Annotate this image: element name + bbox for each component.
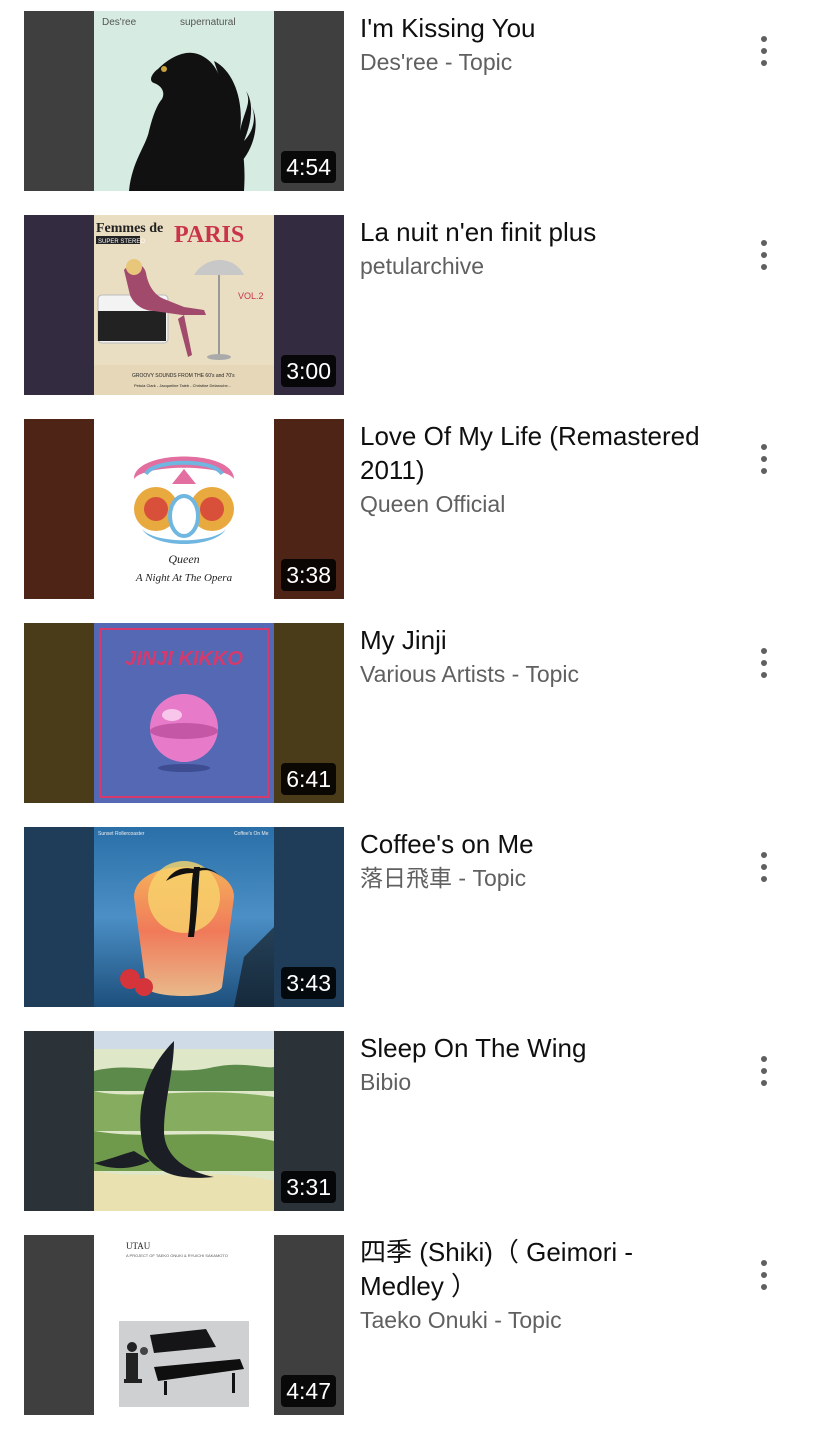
video-title[interactable]: Coffee's on Me (360, 827, 720, 861)
channel-name[interactable]: petularchive (360, 249, 720, 283)
video-thumbnail[interactable]: Sunset Rollercoaster Coffee's On Me 3:43 (24, 827, 344, 1007)
album-cover-jinji-kikko: JINJI KIKKO (94, 623, 274, 803)
video-meta[interactable]: I'm Kissing You Des'ree - Topic (360, 11, 720, 79)
duration-badge: 3:38 (281, 559, 336, 591)
album-text-title: Coffee's On Me (234, 831, 269, 837)
more-options-button[interactable] (740, 231, 788, 279)
more-options-button[interactable] (740, 435, 788, 483)
video-thumbnail[interactable]: 3:31 (24, 1031, 344, 1211)
album-text-names: Petula Clark - Jacqueline Taieb - Christ… (134, 383, 231, 388)
more-vertical-icon (761, 1260, 767, 1290)
more-vertical-icon (761, 1056, 767, 1086)
album-cover-coffees-on-me: Sunset Rollercoaster Coffee's On Me (94, 827, 274, 1007)
more-vertical-icon (761, 36, 767, 66)
video-item[interactable]: Queen A Night At The Opera 3:38 Love Of … (0, 419, 828, 623)
video-item[interactable]: Des'ree supernatural 4:54 I'm Kissing Yo… (0, 11, 828, 215)
channel-name[interactable]: Queen Official (360, 487, 720, 521)
video-meta[interactable]: Coffee's on Me 落日飛車 - Topic (360, 827, 720, 895)
video-list: Des'ree supernatural 4:54 I'm Kissing Yo… (0, 11, 828, 1439)
album-text-queen: Queen (168, 552, 199, 566)
album-text-title: supernatural (180, 17, 236, 28)
video-item[interactable]: JINJI KIKKO 6:41 My Jinji Various Artist… (0, 623, 828, 827)
channel-name[interactable]: Bibio (360, 1065, 720, 1099)
video-thumbnail[interactable]: Femmes de PARIS SUPER STEREO VOL.2 GROOV… (24, 215, 344, 395)
channel-name[interactable]: Des'ree - Topic (360, 45, 720, 79)
video-item[interactable]: Femmes de PARIS SUPER STEREO VOL.2 GROOV… (0, 215, 828, 419)
video-thumbnail[interactable]: JINJI KIKKO 6:41 (24, 623, 344, 803)
duration-badge: 4:54 (281, 151, 336, 183)
album-text-femmes: Femmes de (96, 221, 163, 236)
duration-badge: 6:41 (281, 763, 336, 795)
video-title[interactable]: La nuit n'en finit plus (360, 215, 720, 249)
video-title[interactable]: I'm Kissing You (360, 11, 720, 45)
channel-name[interactable]: Various Artists - Topic (360, 657, 720, 691)
video-item[interactable]: 3:31 Sleep On The Wing Bibio (0, 1031, 828, 1235)
video-title[interactable]: Love Of My Life (Remastered 2011) (360, 419, 720, 487)
duration-badge: 3:00 (281, 355, 336, 387)
album-cover-desree-supernatural: Des'ree supernatural (94, 11, 274, 191)
video-title[interactable]: My Jinji (360, 623, 720, 657)
album-cover-queen-night-at-the-opera: Queen A Night At The Opera (94, 419, 274, 599)
more-options-button[interactable] (740, 1047, 788, 1095)
album-text-title: A Night At The Opera (135, 572, 233, 584)
more-vertical-icon (761, 852, 767, 882)
video-thumbnail[interactable]: Des'ree supernatural 4:54 (24, 11, 344, 191)
album-cover-utau: UTAU A PROJECT OF TAEKO ONUKI & RYUICHI … (94, 1235, 274, 1415)
more-options-button[interactable] (740, 27, 788, 75)
album-text-caption: GROOVY SOUNDS FROM THE 60's and 70's (132, 373, 235, 379)
channel-name[interactable]: 落日飛車 - Topic (360, 861, 720, 895)
album-text-jinji: JINJI KIKKO (125, 648, 243, 670)
channel-name[interactable]: Taeko Onuki - Topic (360, 1303, 720, 1337)
video-title[interactable]: Sleep On The Wing (360, 1031, 720, 1065)
album-text-vol: VOL.2 (238, 291, 264, 301)
video-item[interactable]: UTAU A PROJECT OF TAEKO ONUKI & RYUICHI … (0, 1235, 828, 1439)
duration-badge: 3:31 (281, 1171, 336, 1203)
duration-badge: 3:43 (281, 967, 336, 999)
video-thumbnail[interactable]: Queen A Night At The Opera 3:38 (24, 419, 344, 599)
album-text-badge: SUPER STEREO (98, 239, 145, 245)
more-options-button[interactable] (740, 843, 788, 891)
video-meta[interactable]: La nuit n'en finit plus petularchive (360, 215, 720, 283)
video-thumbnail[interactable]: UTAU A PROJECT OF TAEKO ONUKI & RYUICHI … (24, 1235, 344, 1415)
more-vertical-icon (761, 444, 767, 474)
video-item[interactable]: Sunset Rollercoaster Coffee's On Me 3:43… (0, 827, 828, 1031)
more-options-button[interactable] (740, 1251, 788, 1299)
album-text-paris: PARIS (174, 222, 244, 248)
duration-badge: 4:47 (281, 1375, 336, 1407)
video-meta[interactable]: Love Of My Life (Remastered 2011) Queen … (360, 419, 720, 521)
album-text-artist: Des'ree (102, 17, 137, 28)
album-cover-sleep-on-the-wing (94, 1031, 274, 1211)
more-options-button[interactable] (740, 639, 788, 687)
video-meta[interactable]: Sleep On The Wing Bibio (360, 1031, 720, 1099)
album-text-utau: UTAU (126, 1241, 151, 1251)
video-meta[interactable]: 四季 (Shiki)（ Geimori - Medley ） Taeko Onu… (360, 1235, 720, 1337)
more-vertical-icon (761, 240, 767, 270)
album-cover-femmes-de-paris: Femmes de PARIS SUPER STEREO VOL.2 GROOV… (94, 215, 274, 395)
album-text-artist: Sunset Rollercoaster (98, 831, 145, 837)
more-vertical-icon (761, 648, 767, 678)
video-title[interactable]: 四季 (Shiki)（ Geimori - Medley ） (360, 1235, 720, 1303)
video-meta[interactable]: My Jinji Various Artists - Topic (360, 623, 720, 691)
album-text-subtitle: A PROJECT OF TAEKO ONUKI & RYUICHI SAKAM… (126, 1253, 228, 1258)
